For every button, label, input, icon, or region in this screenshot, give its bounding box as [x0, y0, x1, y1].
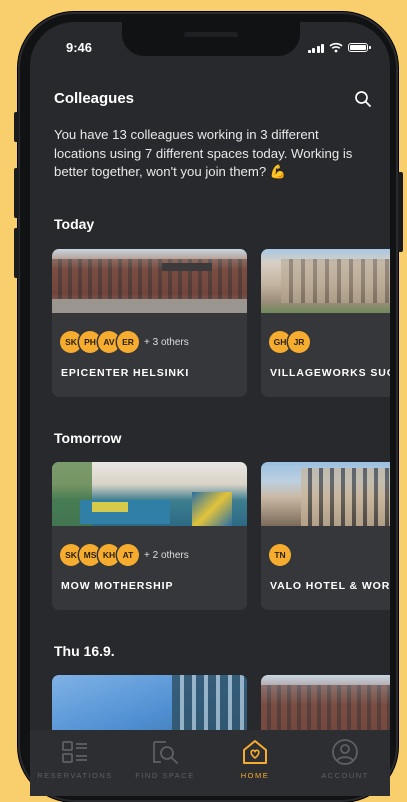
tab-label: HOME — [240, 771, 270, 780]
app-screen: 9:46 Colleagues You have 13 colleagues w… — [30, 22, 390, 796]
section-title-tomorrow: Tomorrow — [54, 430, 122, 446]
avatar: ER — [117, 331, 139, 353]
space-card[interactable]: SK MS KH AT + 2 others MOW MOTHERSHIP — [52, 462, 247, 610]
space-name: VILLAGEWORKS SUOMI — [270, 367, 390, 379]
battery-icon — [348, 43, 371, 52]
space-name: VALO HOTEL & WORK — [270, 580, 390, 592]
home-heart-icon — [243, 740, 267, 764]
tab-label: ACCOUNT — [321, 771, 369, 780]
find-space-icon — [153, 741, 178, 764]
tab-home[interactable]: HOME — [212, 738, 298, 796]
tab-account[interactable]: ACCOUNT — [302, 738, 388, 796]
search-icon — [355, 91, 371, 107]
power-button — [398, 172, 403, 252]
volume-down-button — [14, 228, 19, 278]
signal-icon — [307, 43, 324, 53]
space-image — [52, 462, 247, 526]
colleague-avatars: TN — [269, 544, 291, 566]
avatar: JR — [288, 331, 310, 353]
tab-bar: RESERVATIONS FIND SPACE HOME ACCOUNT — [30, 730, 390, 796]
avatar: AT — [117, 544, 139, 566]
others-count: + 3 others — [144, 336, 189, 348]
mute-switch — [14, 112, 19, 142]
search-button[interactable] — [352, 88, 374, 110]
tab-label: RESERVATIONS — [37, 771, 113, 780]
space-image — [52, 249, 247, 313]
space-image — [261, 249, 390, 313]
wifi-icon — [329, 42, 343, 53]
others-count: + 2 others — [144, 549, 189, 561]
list-icon — [62, 741, 87, 763]
tab-reservations[interactable]: RESERVATIONS — [32, 738, 118, 796]
card-row-tomorrow: SK MS KH AT + 2 others MOW MOTHERSHIP TN… — [52, 462, 390, 610]
card-row-today: SK PH AV ER + 3 others EPICENTER HELSINK… — [52, 249, 390, 397]
space-card[interactable]: GH JR VILLAGEWORKS SUOMI — [261, 249, 390, 397]
avatar: TN — [269, 544, 291, 566]
status-time: 9:46 — [66, 40, 93, 55]
account-icon — [332, 739, 358, 765]
colleague-avatars: SK PH AV ER + 3 others — [60, 331, 189, 353]
section-title-thu: Thu 16.9. — [54, 643, 115, 659]
space-name: EPICENTER HELSINKI — [61, 367, 190, 379]
volume-up-button — [14, 168, 19, 218]
space-card[interactable]: TN VALO HOTEL & WORK — [261, 462, 390, 610]
space-image — [261, 462, 390, 526]
space-card[interactable]: SK PH AV ER + 3 others EPICENTER HELSINK… — [52, 249, 247, 397]
colleague-avatars: GH JR — [269, 331, 310, 353]
tab-label: FIND SPACE — [135, 771, 195, 780]
status-icons — [307, 42, 371, 53]
colleague-avatars: SK MS KH AT + 2 others — [60, 544, 189, 566]
space-name: MOW MOTHERSHIP — [61, 580, 174, 592]
section-title-today: Today — [54, 216, 95, 232]
page-title: Colleagues — [54, 90, 135, 107]
tab-find-space[interactable]: FIND SPACE — [122, 738, 208, 796]
notch — [122, 22, 300, 56]
intro-text: You have 13 colleagues working in 3 diff… — [54, 127, 353, 179]
